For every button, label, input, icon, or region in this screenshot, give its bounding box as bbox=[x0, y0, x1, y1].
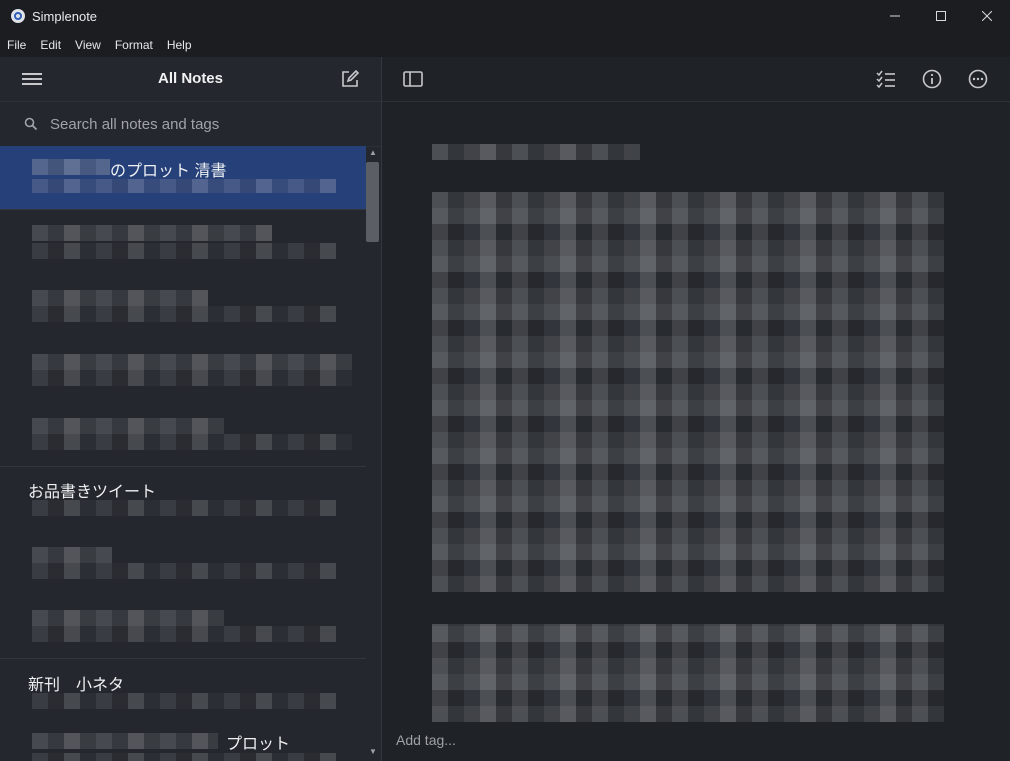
menu-format[interactable]: Format bbox=[108, 38, 160, 52]
more-icon[interactable] bbox=[967, 68, 989, 90]
menu-help[interactable]: Help bbox=[160, 38, 199, 52]
redacted-text bbox=[432, 624, 944, 722]
list-item[interactable]: プロット bbox=[0, 719, 366, 761]
note-title: プロット bbox=[226, 736, 291, 753]
note-list: のプロット 清書 お品書きツイート 新刊 小ネタ プロット bbox=[0, 146, 366, 761]
note-list-scrollbar[interactable]: ▲ ▼ bbox=[366, 146, 381, 761]
sidebar-title: All Notes bbox=[157, 70, 223, 87]
window-controls bbox=[872, 0, 1010, 32]
list-item[interactable]: 新刊 小ネタ bbox=[0, 659, 366, 719]
note-preview bbox=[32, 290, 208, 306]
scroll-thumb[interactable] bbox=[366, 162, 379, 242]
redacted-text bbox=[32, 159, 110, 175]
window-title: Simplenote bbox=[32, 8, 98, 24]
list-item[interactable]: のプロット 清書 bbox=[0, 146, 366, 210]
add-tag-input[interactable] bbox=[394, 731, 698, 749]
list-item[interactable] bbox=[0, 210, 366, 467]
minimize-button[interactable] bbox=[872, 0, 918, 32]
note-preview bbox=[32, 179, 336, 193]
search-bar bbox=[0, 102, 381, 147]
menu-edit[interactable]: Edit bbox=[33, 38, 68, 52]
note-preview bbox=[32, 243, 336, 259]
info-icon[interactable] bbox=[921, 68, 943, 90]
note-preview bbox=[32, 610, 224, 626]
note-preview bbox=[32, 434, 352, 450]
redacted-text bbox=[432, 144, 640, 160]
tag-bar bbox=[382, 727, 1010, 761]
sidebar-toggle-icon[interactable] bbox=[402, 68, 424, 90]
note-title: お品書きツイート bbox=[28, 484, 157, 501]
note-preview bbox=[32, 370, 352, 386]
notes-sidebar: All Notes のプロット 清書 お品書きツイート bbox=[0, 57, 382, 761]
note-preview bbox=[32, 753, 336, 761]
redacted-text bbox=[432, 192, 944, 592]
checklist-icon[interactable] bbox=[875, 68, 897, 90]
close-button[interactable] bbox=[964, 0, 1010, 32]
note-preview bbox=[32, 547, 112, 563]
simplenote-logo-icon bbox=[11, 9, 25, 23]
note-preview bbox=[32, 563, 336, 579]
editor-toolbar bbox=[382, 57, 1010, 102]
note-content[interactable] bbox=[382, 102, 1010, 722]
search-icon bbox=[24, 117, 38, 131]
new-note-icon[interactable] bbox=[339, 68, 361, 90]
scroll-down-arrow-icon[interactable]: ▼ bbox=[369, 747, 377, 756]
note-title: 新刊 小ネタ bbox=[28, 677, 125, 694]
list-item[interactable]: お品書きツイート bbox=[0, 467, 366, 659]
note-preview bbox=[32, 693, 336, 709]
menu-bar: File Edit View Format Help bbox=[0, 32, 1010, 57]
sidebar-header: All Notes bbox=[0, 57, 381, 102]
scroll-up-arrow-icon[interactable]: ▲ bbox=[369, 148, 377, 157]
title-bar: Simplenote bbox=[0, 0, 1010, 32]
note-preview bbox=[32, 500, 336, 516]
note-preview bbox=[32, 418, 224, 434]
note-editor bbox=[382, 57, 1010, 761]
menu-file[interactable]: File bbox=[0, 38, 33, 52]
note-preview bbox=[32, 626, 336, 642]
menu-view[interactable]: View bbox=[68, 38, 108, 52]
note-preview bbox=[32, 306, 336, 322]
redacted-text bbox=[32, 225, 272, 241]
search-input[interactable] bbox=[48, 114, 352, 134]
note-title: のプロット 清書 bbox=[110, 163, 227, 180]
note-preview bbox=[32, 354, 352, 370]
maximize-button[interactable] bbox=[918, 0, 964, 32]
redacted-text bbox=[32, 733, 218, 749]
